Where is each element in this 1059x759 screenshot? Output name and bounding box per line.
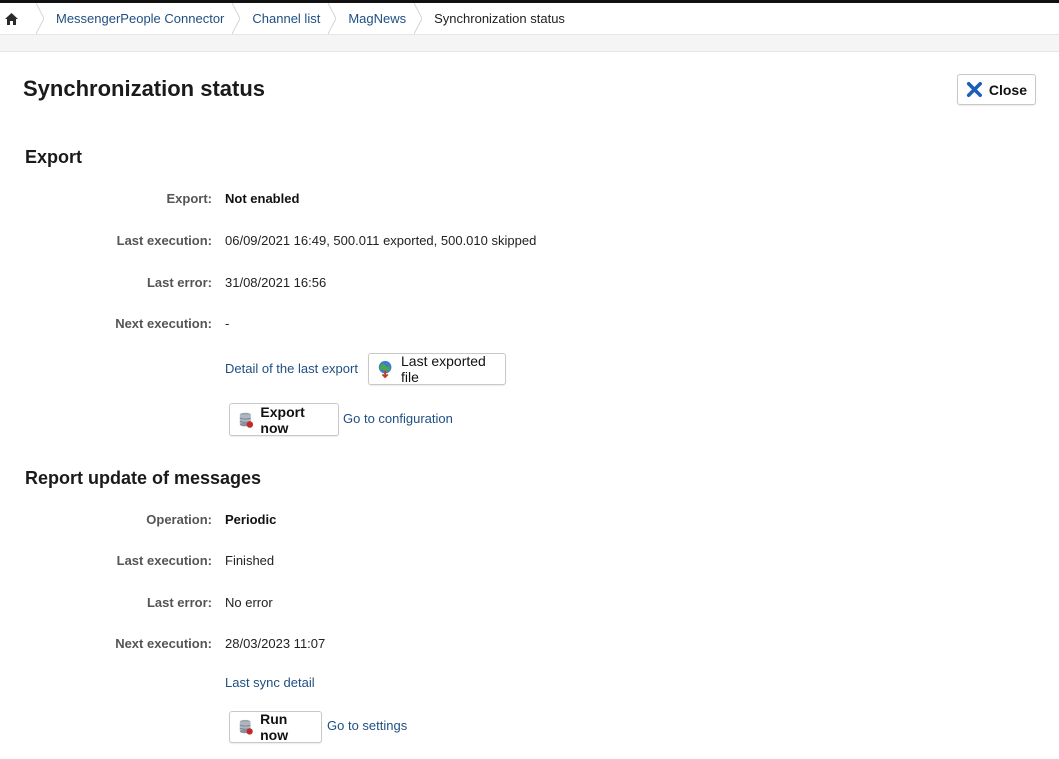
operation-label: Operation: (146, 512, 212, 527)
breadcrumb-item-magnews[interactable]: MagNews (336, 3, 423, 34)
report-last-execution-label: Last execution: (116, 553, 212, 568)
breadcrumb-separator (328, 3, 337, 34)
export-label: Export: (166, 191, 213, 206)
last-execution-value: 06/09/2021 16:49, 500.011 exported, 500.… (225, 233, 537, 248)
report-last-execution-value: Finished (225, 553, 275, 568)
globe-download-icon (378, 360, 392, 379)
last-error-value: 31/08/2021 16:56 (225, 275, 327, 290)
close-button-label: Close (988, 81, 1027, 98)
breadcrumb-separator (232, 3, 241, 34)
last-error-label: Last error: (146, 275, 212, 290)
home-icon (5, 12, 18, 25)
report-last-error-label: Last error: (146, 595, 212, 610)
report-section-title: Report update of messages (25, 468, 262, 488)
breadcrumb-current-label: Synchronization status (434, 11, 565, 26)
operation-value: Periodic (225, 512, 277, 527)
next-execution-value: - (225, 316, 230, 331)
export-status-value: Not enabled (225, 191, 300, 206)
breadcrumb-separator (414, 3, 423, 34)
export-now-button[interactable]: Export now (229, 403, 339, 436)
breadcrumb-item-channel-list[interactable]: Channel list (240, 3, 337, 34)
toolbar-strip (0, 34, 1059, 52)
report-last-error-value: No error (225, 595, 273, 610)
breadcrumb-link[interactable]: MagNews (348, 11, 406, 26)
breadcrumb-separator (36, 3, 44, 34)
close-button[interactable]: Close (957, 74, 1036, 105)
report-next-execution-value: 28/03/2023 11:07 (225, 636, 326, 651)
breadcrumb-link[interactable]: MessengerPeople Connector (56, 11, 224, 26)
run-now-button[interactable]: Run now (229, 711, 322, 743)
page-title: Synchronization status (23, 76, 266, 101)
last-exported-file-label: Last exported file (401, 353, 486, 385)
breadcrumb-link[interactable]: Channel list (252, 11, 320, 26)
detail-last-export-link[interactable]: Detail of the last export (225, 361, 358, 376)
last-execution-label: Last execution: (116, 233, 212, 248)
go-to-configuration-link[interactable]: Go to configuration (343, 411, 453, 426)
go-to-settings-link[interactable]: Go to settings (327, 718, 407, 733)
export-now-label: Export now (260, 403, 305, 436)
breadcrumb-item-connector[interactable]: MessengerPeople Connector (44, 3, 241, 34)
close-icon (966, 81, 982, 98)
last-exported-file-button[interactable]: Last exported file (368, 353, 506, 385)
breadcrumb: MessengerPeople Connector Channel list M… (0, 3, 1059, 34)
run-now-label: Run now (260, 711, 289, 743)
export-section-title: Export (25, 147, 83, 167)
breadcrumb-current: Synchronization status (422, 3, 581, 34)
next-execution-label: Next execution: (115, 316, 212, 331)
database-run-icon (239, 719, 253, 735)
database-run-icon (239, 412, 254, 428)
report-next-execution-label: Next execution: (115, 636, 212, 651)
last-sync-detail-link[interactable]: Last sync detail (225, 675, 315, 690)
breadcrumb-home[interactable] (0, 3, 44, 34)
